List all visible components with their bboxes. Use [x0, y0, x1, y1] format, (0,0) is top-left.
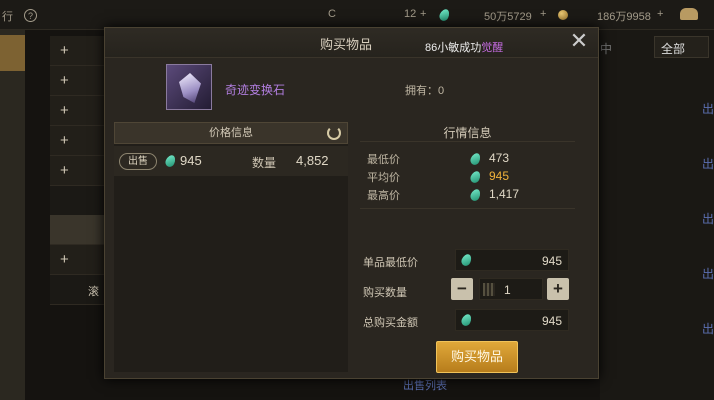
- market-value: 945: [489, 169, 510, 183]
- crystal-shard-icon: [179, 73, 201, 103]
- notification-toast: 86小敏成功觉醒: [425, 39, 503, 55]
- quantity-label: 数量: [252, 156, 277, 170]
- divider: [360, 208, 575, 209]
- unit-price-field: 945: [455, 249, 569, 271]
- right-link[interactable]: 出: [702, 265, 714, 282]
- plus-icon: +: [60, 72, 69, 89]
- unit-price-value: 945: [541, 254, 562, 268]
- gem-amount-plus[interactable]: +: [540, 8, 546, 20]
- quantity-value: 1: [504, 283, 511, 297]
- plus-icon: +: [60, 162, 69, 179]
- right-listing-column: 出 出 出 出 出: [600, 30, 714, 400]
- market-label: 最高价: [367, 190, 400, 202]
- close-icon[interactable]: ✕: [568, 30, 590, 52]
- market-value: 473: [489, 151, 510, 165]
- gem-amount: 50万5729: [484, 11, 532, 23]
- list-item-label: 滚: [88, 286, 99, 298]
- dialog-header: 购买物品 86小敏成功觉醒 ✕: [105, 28, 598, 58]
- buy-item-dialog: 购买物品 86小敏成功觉醒 ✕ 奇迹变换石 拥有：0 价格信息 出售 945 数…: [104, 27, 599, 379]
- gem-icon: [459, 252, 474, 268]
- coin-amount: 186万9958: [597, 11, 651, 23]
- decrease-quantity-button[interactable]: −: [451, 278, 473, 300]
- top-status-bar: 行 ? C 12 + 50万5729 + 186万9958 +: [0, 0, 714, 30]
- unit-price-label: 单品最低价: [363, 257, 418, 269]
- market-row-max: 最高价 1,417: [367, 187, 577, 203]
- quantity-input[interactable]: 1: [479, 278, 543, 300]
- total-price-label: 总购买金额: [363, 317, 418, 329]
- toast-highlight: 觉醒: [481, 42, 504, 54]
- market-value: 1,417: [489, 187, 520, 201]
- coin-icon: [558, 10, 568, 20]
- list-item[interactable]: +: [50, 156, 110, 186]
- price-info-header: 价格信息: [114, 122, 348, 144]
- market-row-avg: 平均价 945: [367, 169, 577, 185]
- dialog-title: 购买物品: [320, 37, 373, 52]
- sidebar-active-item[interactable]: [0, 35, 25, 71]
- help-icon[interactable]: ?: [24, 9, 37, 22]
- total-price-field: 945: [455, 309, 569, 331]
- listing-price: 945: [180, 153, 202, 168]
- plus-icon: +: [60, 102, 69, 119]
- barcode-icon: [483, 283, 495, 296]
- left-sidebar: [0, 30, 25, 400]
- bag-icon[interactable]: [680, 8, 698, 20]
- list-item[interactable]: +: [50, 36, 110, 66]
- price-info-title: 价格信息: [209, 127, 253, 139]
- buy-item-button[interactable]: 购买物品: [436, 341, 518, 373]
- sell-list-link[interactable]: 出售列表: [403, 377, 447, 393]
- list-item[interactable]: +: [50, 126, 110, 156]
- gem-icon: [163, 153, 178, 169]
- plus-icon: +: [60, 132, 69, 149]
- price-listing-row[interactable]: 出售 945 数量 4,852: [114, 146, 348, 176]
- list-item[interactable]: [50, 186, 110, 216]
- toast-text: 86小敏成功: [425, 42, 482, 54]
- list-item[interactable]: +: [50, 96, 110, 126]
- gem-count-plus[interactable]: +: [420, 8, 426, 20]
- refresh-icon[interactable]: [327, 126, 341, 140]
- price-info-panel: 价格信息 出售 945 数量 4,852: [114, 122, 348, 372]
- market-label: 最低价: [367, 154, 400, 166]
- market-info-header: 行情信息: [360, 124, 575, 142]
- listing-quantity: 4,852: [296, 153, 329, 168]
- gem-count: 12: [404, 8, 417, 20]
- topbar-left-text: 行: [2, 11, 13, 23]
- list-item-selected[interactable]: [50, 215, 110, 245]
- gem-icon: [468, 187, 483, 203]
- gem-icon: [468, 151, 483, 167]
- owned-count: 拥有：0: [405, 85, 445, 97]
- plus-icon: +: [60, 42, 69, 59]
- item-name: 奇迹变换石: [225, 83, 286, 97]
- currency-badge: C: [328, 8, 336, 20]
- list-item[interactable]: +: [50, 245, 110, 275]
- filter-all-tab[interactable]: 全部: [654, 36, 709, 58]
- total-price-value: 945: [541, 314, 562, 328]
- market-row-min: 最低价 473: [367, 151, 577, 167]
- gem-icon: [437, 7, 452, 23]
- right-link[interactable]: 出: [702, 155, 714, 172]
- plus-icon: +: [60, 251, 69, 268]
- list-item[interactable]: 滚: [50, 275, 110, 305]
- right-link[interactable]: 出: [702, 320, 714, 337]
- background-tab[interactable]: 中: [600, 40, 612, 57]
- market-label: 平均价: [367, 172, 400, 184]
- item-icon[interactable]: [166, 64, 212, 110]
- right-link[interactable]: 出: [702, 100, 714, 117]
- increase-quantity-button[interactable]: +: [547, 278, 569, 300]
- gem-icon: [459, 312, 474, 328]
- sell-tag: 出售: [119, 153, 157, 170]
- list-item[interactable]: +: [50, 66, 110, 96]
- quantity-label: 购买数量: [363, 287, 407, 299]
- gem-icon: [468, 169, 483, 185]
- coin-amount-plus[interactable]: +: [657, 8, 663, 20]
- right-link[interactable]: 出: [702, 210, 714, 227]
